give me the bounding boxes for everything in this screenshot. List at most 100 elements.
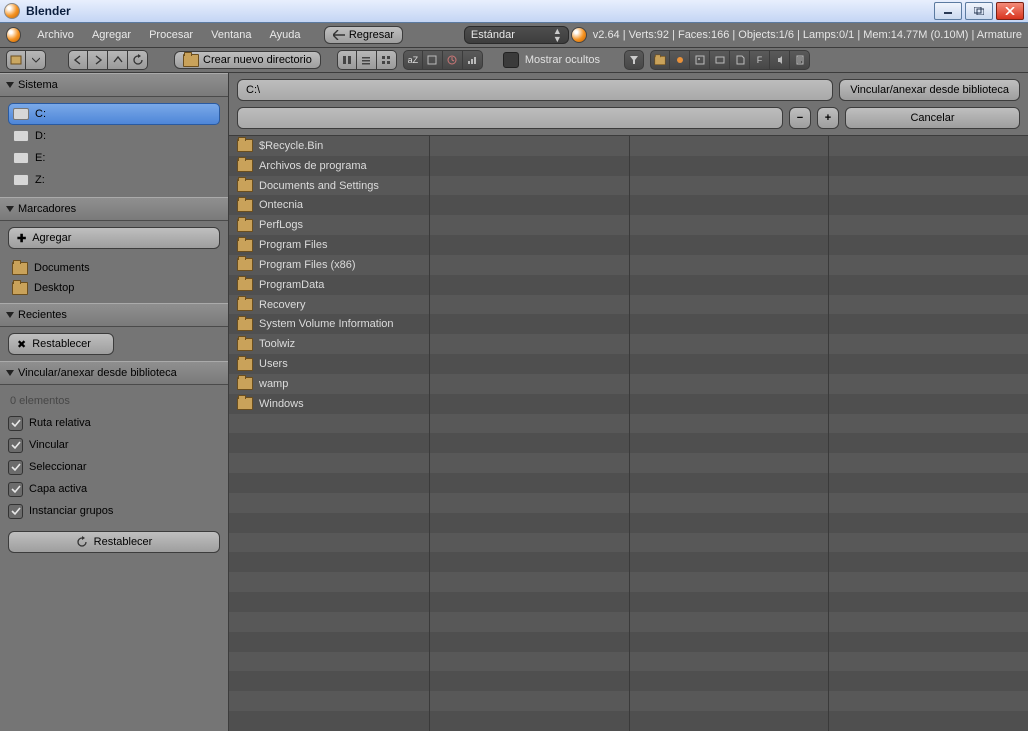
file-row[interactable]: PerfLogs (229, 215, 429, 235)
file-row (630, 671, 829, 691)
editor-type-menu-button[interactable] (26, 50, 46, 70)
file-row[interactable]: Users (229, 354, 429, 374)
reset-recent-button[interactable]: ✖Restablecer (8, 333, 114, 355)
file-row (829, 513, 1028, 533)
file-row (630, 652, 829, 672)
editor-type-button[interactable] (6, 50, 26, 70)
filter-toggle-button[interactable] (624, 50, 644, 70)
view-thumbnail-button[interactable] (377, 50, 397, 70)
file-row[interactable]: Windows (229, 394, 429, 414)
file-row[interactable]: Archivos de programa (229, 156, 429, 176)
bookmark-desktop[interactable]: Desktop (8, 279, 220, 297)
file-name: Program Files (x86) (259, 259, 356, 271)
file-row[interactable]: Recovery (229, 295, 429, 315)
checkbox-checked-icon (8, 416, 23, 431)
filter-movie-button[interactable] (710, 50, 730, 70)
close-button[interactable] (996, 2, 1024, 20)
file-row (630, 533, 829, 553)
file-row (630, 691, 829, 711)
back-button[interactable]: Regresar (324, 26, 403, 44)
file-row[interactable]: Ontecnia (229, 195, 429, 215)
filter-text-button[interactable] (790, 50, 810, 70)
add-bookmark-button[interactable]: ✚Agregar (8, 227, 220, 249)
file-column (430, 136, 630, 731)
menu-ventana[interactable]: Ventana (203, 27, 259, 43)
cancel-button[interactable]: Cancelar (845, 107, 1020, 129)
opt-select[interactable]: Seleccionar (8, 457, 220, 477)
file-row (829, 176, 1028, 196)
file-row[interactable]: wamp (229, 374, 429, 394)
file-row[interactable]: System Volume Information (229, 314, 429, 334)
show-hidden-label: Mostrar ocultos (525, 54, 600, 66)
nav-back-button[interactable] (68, 50, 88, 70)
filter-image-button[interactable] (690, 50, 710, 70)
reset-operator-button[interactable]: Restablecer (8, 531, 220, 553)
drive-d[interactable]: D: (8, 125, 220, 147)
file-row (630, 552, 829, 572)
menu-ayuda[interactable]: Ayuda (261, 27, 308, 43)
nav-forward-button[interactable] (88, 50, 108, 70)
filter-folder-button[interactable] (650, 50, 670, 70)
path-input[interactable]: C:\ (237, 79, 833, 101)
file-name: System Volume Information (259, 318, 394, 330)
drive-e[interactable]: E: (8, 147, 220, 169)
minimize-button[interactable] (934, 2, 962, 20)
system-panel-header[interactable]: Sistema (0, 73, 228, 97)
recent-panel-header[interactable]: Recientes (0, 303, 228, 327)
blender-icon[interactable] (6, 27, 21, 43)
new-directory-button[interactable]: Crear nuevo directorio (174, 51, 321, 69)
opt-instance-groups[interactable]: Instanciar grupos (8, 501, 220, 521)
shading-label: Estándar (471, 29, 515, 41)
filter-font-button[interactable]: F (750, 50, 770, 70)
file-row[interactable]: Toolwiz (229, 334, 429, 354)
filename-input[interactable] (237, 107, 783, 129)
menu-procesar[interactable]: Procesar (141, 27, 201, 43)
sort-alpha-button[interactable]: aZ (403, 50, 423, 70)
decrement-button[interactable]: − (789, 107, 811, 129)
file-row (829, 394, 1028, 414)
file-row[interactable]: Documents and Settings (229, 176, 429, 196)
filter-blend-button[interactable] (670, 50, 690, 70)
drive-c[interactable]: C: (8, 103, 220, 125)
file-list[interactable]: $Recycle.BinArchivos de programaDocument… (229, 135, 1028, 731)
drive-label: E: (35, 152, 45, 164)
sort-size-button[interactable] (463, 50, 483, 70)
file-row[interactable]: ProgramData (229, 275, 429, 295)
show-hidden-checkbox[interactable] (503, 52, 519, 68)
folder-icon (237, 358, 253, 371)
opt-link[interactable]: Vincular (8, 435, 220, 455)
drive-z[interactable]: Z: (8, 169, 220, 191)
maximize-button[interactable] (965, 2, 993, 20)
opt-relative-path[interactable]: Ruta relativa (8, 413, 220, 433)
execute-button[interactable]: Vincular/anexar desde biblioteca (839, 79, 1020, 101)
new-dir-label: Crear nuevo directorio (203, 54, 312, 66)
shading-select[interactable]: Estándar ▲▼ (464, 26, 569, 44)
view-long-list-button[interactable] (357, 50, 377, 70)
folder-icon (654, 55, 665, 64)
file-row (630, 374, 829, 394)
file-row[interactable]: Program Files (x86) (229, 255, 429, 275)
link-panel-header[interactable]: Vincular/anexar desde biblioteca (0, 361, 228, 385)
menu-agregar[interactable]: Agregar (84, 27, 139, 43)
filename-row: − + Cancelar (229, 107, 1028, 135)
file-row (430, 176, 629, 196)
file-name: Program Files (259, 239, 327, 251)
sort-ext-button[interactable] (423, 50, 443, 70)
increment-button[interactable]: + (817, 107, 839, 129)
opt-active-layer[interactable]: Capa activa (8, 479, 220, 499)
bookmark-documents[interactable]: Documents (8, 259, 220, 277)
file-row (829, 275, 1028, 295)
nav-up-button[interactable] (108, 50, 128, 70)
nav-refresh-button[interactable] (128, 50, 148, 70)
filter-sound-button[interactable] (770, 50, 790, 70)
file-row[interactable]: Program Files (229, 235, 429, 255)
file-row[interactable]: $Recycle.Bin (229, 136, 429, 156)
filter-script-button[interactable] (730, 50, 750, 70)
menubar: Archivo Agregar Procesar Ventana Ayuda R… (0, 23, 1028, 48)
file-row (630, 453, 829, 473)
sort-time-button[interactable] (443, 50, 463, 70)
titlebar: Blender (0, 0, 1028, 23)
view-short-list-button[interactable] (337, 50, 357, 70)
bookmarks-panel-header[interactable]: Marcadores (0, 197, 228, 221)
menu-archivo[interactable]: Archivo (29, 27, 82, 43)
